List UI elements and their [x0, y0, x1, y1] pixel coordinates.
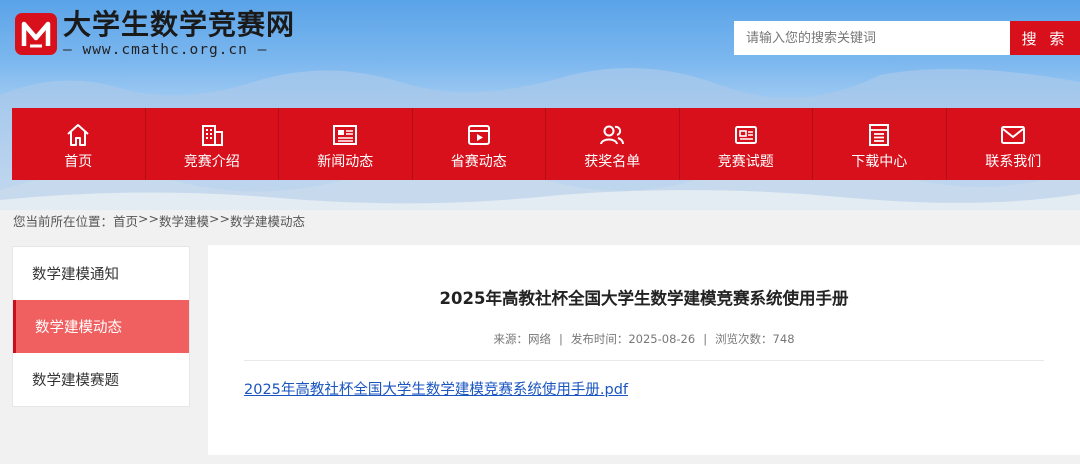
- nav-label: 竞赛介绍: [183, 154, 240, 170]
- home-icon: [67, 124, 89, 146]
- article-panel: 2025年高教社杯全国大学生数学建模竞赛系统使用手册 来源：网络 | 发布时间：20…: [208, 245, 1080, 455]
- nav-label: 下载中心: [851, 154, 908, 170]
- site-title: 大学生数学竞赛网: [63, 8, 296, 41]
- video-play-icon: [467, 125, 490, 145]
- nav-label: 省赛动态: [450, 154, 507, 170]
- nav-item-contact[interactable]: 联系我们: [946, 108, 1080, 180]
- nav-label: 竞赛试题: [717, 154, 774, 170]
- article-title: 2025年高教社杯全国大学生数学建模竞赛系统使用手册: [439, 289, 849, 308]
- nav-item-provincial[interactable]: 省赛动态: [412, 108, 546, 180]
- building-icon: [201, 125, 223, 146]
- search-button[interactable]: 搜 索: [1010, 21, 1080, 55]
- nav-item-problems[interactable]: 竞赛试题: [679, 108, 813, 180]
- divider: [244, 360, 1044, 361]
- sidebar-item-notice[interactable]: 数学建模通知: [13, 247, 189, 300]
- nav-item-downloads[interactable]: 下载中心: [813, 108, 947, 180]
- breadcrumb-separator: >>: [138, 211, 159, 226]
- site-url: — www.cmathc.org.cn —: [63, 42, 268, 58]
- nav-label: 新闻动态: [317, 154, 374, 170]
- id-card-icon: [734, 126, 757, 144]
- document-list-icon: [869, 124, 890, 146]
- breadcrumb-level2[interactable]: 数学建模动态: [230, 211, 305, 230]
- nav-label: 联系我们: [985, 154, 1042, 170]
- sidebar-item-news[interactable]: 数学建模动态: [13, 300, 189, 353]
- nav-item-winners[interactable]: 获奖名单: [546, 108, 680, 180]
- newspaper-icon: [333, 125, 358, 145]
- main-nav: 首页 竞赛介绍 新闻动态 省赛动态 获奖名单 竞赛试题 下载中心 联系我们: [12, 108, 1080, 180]
- nav-item-home[interactable]: 首页: [12, 108, 146, 180]
- article-views: 浏览次数：748: [715, 332, 795, 346]
- cm-logo-icon: [15, 13, 57, 55]
- mail-icon: [1001, 126, 1026, 144]
- nav-item-intro[interactable]: 竞赛介绍: [145, 108, 279, 180]
- nav-item-news[interactable]: 新闻动态: [279, 108, 413, 180]
- article-source: 来源：网络: [493, 332, 551, 346]
- meta-separator: |: [703, 332, 708, 346]
- meta-separator: |: [558, 332, 563, 346]
- sidebar-menu: 数学建模通知 数学建模动态 数学建模赛题: [12, 246, 190, 407]
- breadcrumb-home[interactable]: 首页: [113, 211, 138, 230]
- attachment-link[interactable]: 2025年高教社杯全国大学生数学建模竞赛系统使用手册.pdf: [244, 378, 628, 399]
- breadcrumb-separator: >>: [209, 211, 230, 226]
- breadcrumb: 您当前所在位置： 首页 >> 数学建模 >> 数学建模动态: [13, 211, 305, 230]
- article-meta: 来源：网络 | 发布时间：2025-08-26 | 浏览次数：748: [208, 331, 1080, 347]
- search-bar: 搜 索: [734, 21, 1080, 55]
- article-date: 发布时间：2025-08-26: [570, 332, 696, 346]
- breadcrumb-level1[interactable]: 数学建模: [159, 211, 209, 230]
- search-input[interactable]: [734, 21, 1010, 55]
- sidebar-item-problems[interactable]: 数学建模赛题: [13, 353, 189, 406]
- breadcrumb-prefix: 您当前所在位置：: [13, 214, 114, 229]
- site-logo[interactable]: 大学生数学竞赛网 — www.cmathc.org.cn —: [15, 10, 295, 58]
- nav-label: 首页: [64, 154, 93, 170]
- nav-label: 获奖名单: [584, 154, 641, 170]
- users-icon: [600, 125, 625, 145]
